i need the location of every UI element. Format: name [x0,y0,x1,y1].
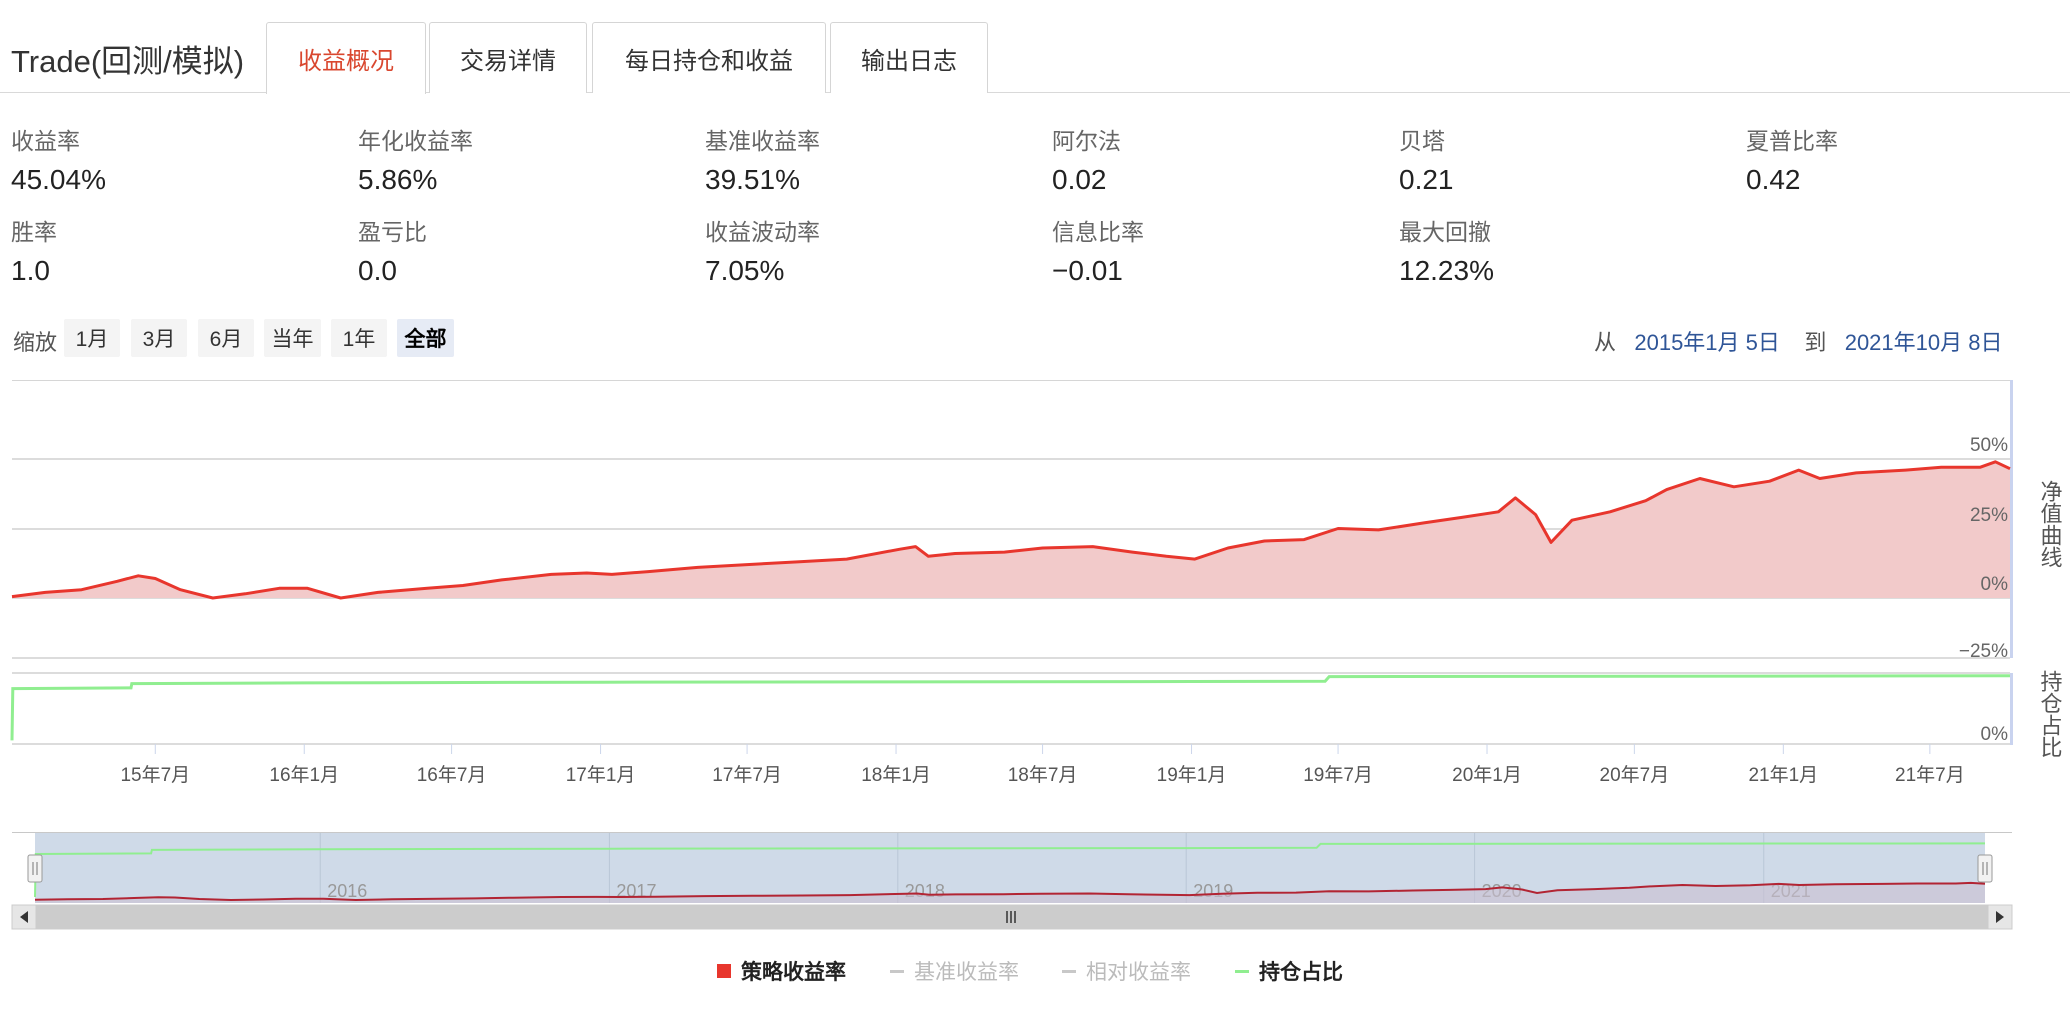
x-tick-label: 17年7月 [712,764,782,786]
x-tick-label: 21年7月 [1895,764,1965,786]
metric-sharpe: 夏普比率 0.42 [1746,122,1838,196]
zoom-3-month-button[interactable]: 3月 [131,319,187,357]
navigator-top-border [12,832,2012,833]
metric-benchmark-return: 基准收益率 39.51% [705,122,820,196]
metric-value: 12.23% [1399,255,1494,286]
metric-label: 盈亏比 [358,219,427,245]
range-from-label: 从 [1594,330,1617,355]
tab-trade-details[interactable]: 交易详情 [429,22,587,93]
legend-label: 策略收益率 [741,961,846,984]
x-tick-label: 21年1月 [1748,764,1818,786]
app-title: Trade(回测/模拟) [11,44,245,79]
zoom-ytd-button[interactable]: 当年 [264,319,321,357]
scrollbar-thumb[interactable] [36,905,1988,929]
metric-max-drawdown: 最大回撤 12.23% [1399,213,1494,287]
x-axis: 15年7月 16年1月 16年7月 17年1月 17年7月 18年1月 18年7月 19年1月… [120,744,1965,786]
y-tick-label: 0% [1981,574,2009,595]
metric-value: 1.0 [11,255,50,286]
metric-value: 0.21 [1399,164,1454,195]
y-tick-label: 50% [1970,435,2008,456]
legend-item-position[interactable]: 持仓占比 [1235,956,1343,986]
tab-output-log[interactable]: 输出日志 [830,22,988,93]
y-tick-label: −25% [1959,641,2008,662]
position-line [10,674,2011,741]
legend-item-benchmark[interactable]: 基准收益率 [890,956,1019,986]
metric-label: 信息比率 [1052,219,1144,245]
y-tick-label: 25% [1970,505,2008,526]
legend-label: 持仓占比 [1259,961,1343,984]
metric-label: 阿尔法 [1052,128,1121,154]
x-tick-label: 16年1月 [269,764,339,786]
plot-right-border [2010,380,2013,658]
metric-value: 0.02 [1052,164,1107,195]
position-right-border [2010,673,2013,745]
metric-return: 收益率 45.04% [11,122,106,196]
y-axis-title: 净值曲线 [2038,480,2063,568]
metric-value: 0.42 [1746,164,1801,195]
x-tick-label: 20年1月 [1452,764,1522,786]
navigator-left-handle[interactable] [27,854,43,883]
x-tick-label: 15年7月 [120,764,190,786]
zoom-1-year-button[interactable]: 1年 [331,319,387,357]
legend-item-relative[interactable]: 相对收益率 [1062,956,1191,986]
metric-beta: 贝塔 0.21 [1399,122,1454,196]
metric-annual-return: 年化收益率 5.86% [358,122,473,196]
range-to-date-input[interactable]: 2021年10月 8日 [1845,330,2003,355]
x-tick-label: 17年1月 [566,764,636,786]
legend-swatch [717,964,731,978]
legend-swatch [890,969,904,973]
metric-label: 收益率 [11,128,80,154]
metric-label: 夏普比率 [1746,128,1838,154]
x-tick-label: 16年7月 [417,764,487,786]
plot-top-border [12,380,2012,381]
date-range: 从 2015年1月 5日 到 2021年10月 8日 [1594,325,2002,357]
zoom-all-button[interactable]: 全部 [397,319,454,357]
metric-alpha: 阿尔法 0.02 [1052,122,1121,196]
metric-label: 胜率 [11,219,57,245]
x-tick-label: 18年7月 [1008,764,1078,786]
metric-volatility: 收益波动率 7.05% [705,213,820,287]
metric-label: 最大回撤 [1399,219,1491,245]
position-axis-title: 持仓占比 [2038,670,2063,758]
legend-swatch [1235,969,1249,973]
metric-label: 收益波动率 [705,219,820,245]
equity-chart: 50% 25% 0% −25% 净值曲线 0% 持仓占比 15年7月 16年1月 1… [10,380,2063,930]
position-tick-label: 0% [1981,724,2009,745]
metric-label: 年化收益率 [358,128,473,154]
legend-label: 相对收益率 [1086,961,1191,984]
metric-value: 0.0 [358,255,397,286]
metric-value: 7.05% [705,255,785,286]
x-tick-label: 18年1月 [861,764,931,786]
zoom-label: 缩放 [13,330,58,355]
legend-item-strategy[interactable]: 策略收益率 [717,956,846,986]
metric-value: 5.86% [358,164,438,195]
x-tick-label: 20年7月 [1600,764,1670,786]
metric-value: −0.01 [1052,255,1123,286]
legend-swatch [1062,969,1076,973]
zoom-1-month-button[interactable]: 1月 [64,319,120,357]
tab-return-overview[interactable]: 收益概况 [266,22,426,94]
metric-profit-loss-ratio: 盈亏比 0.0 [358,213,427,287]
metric-value: 39.51% [705,164,800,195]
metric-label: 贝塔 [1399,128,1445,154]
tab-daily-positions[interactable]: 每日持仓和收益 [592,22,826,93]
metric-win-rate: 胜率 1.0 [11,213,57,287]
header: Trade(回测/模拟) 收益概况 交易详情 每日持仓和收益 输出日志 [0,0,2070,94]
navigator-right-handle[interactable] [1977,854,1993,883]
navigator-year-label: 2016 [327,881,367,901]
x-tick-label: 19年7月 [1303,764,1373,786]
metric-label: 基准收益率 [705,128,820,154]
zoom-6-month-button[interactable]: 6月 [198,319,254,357]
range-from-date-input[interactable]: 2015年1月 5日 [1634,330,1780,355]
metric-information-ratio: 信息比率 −0.01 [1052,213,1144,287]
legend-label: 基准收益率 [914,961,1019,984]
x-tick-label: 19年1月 [1157,764,1227,786]
range-to-label: 到 [1804,330,1827,355]
metric-value: 45.04% [11,164,106,195]
